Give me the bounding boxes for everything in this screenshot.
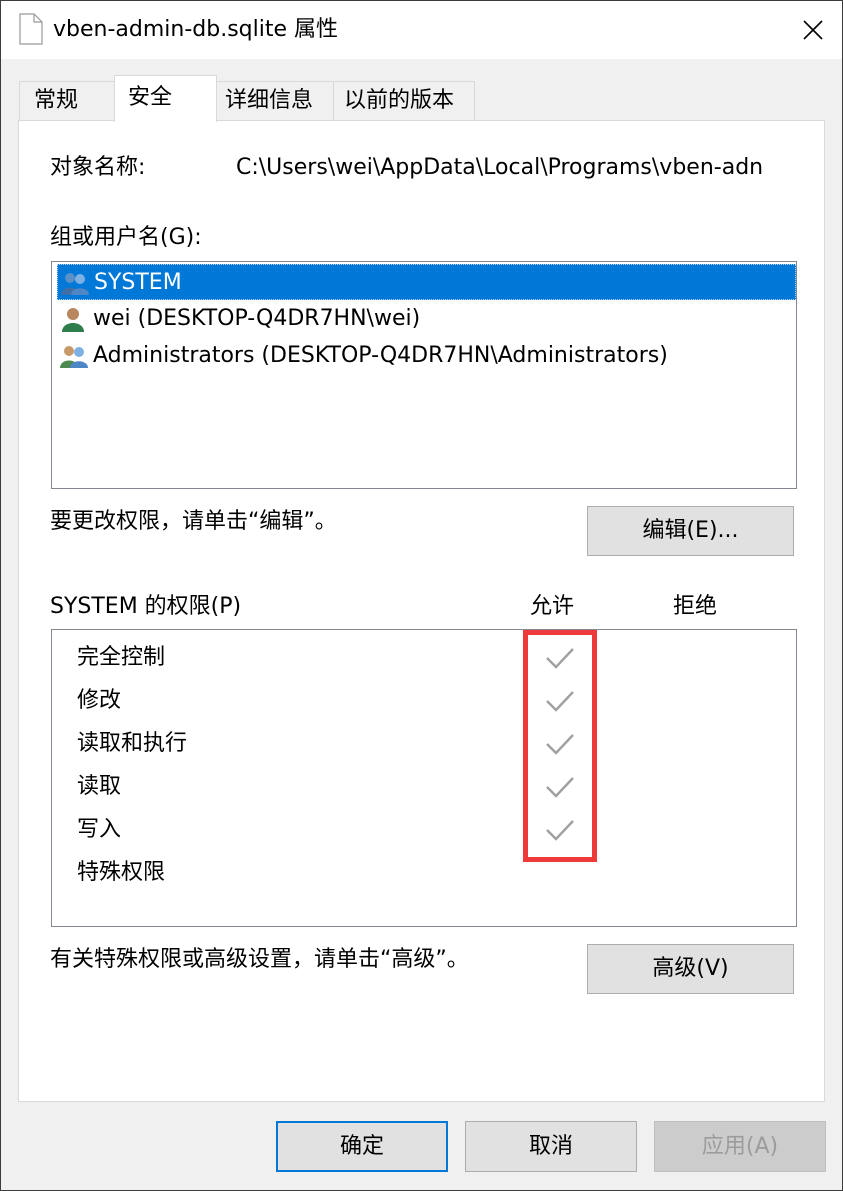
permissions-list: 完全控制 修改 读取和执行 读取 写入 特殊权限 [51, 629, 797, 927]
tab-previous-versions[interactable]: 以前的版本 [333, 81, 475, 121]
ok-button[interactable]: 确定 [276, 1121, 448, 1172]
list-item-system[interactable]: SYSTEM [57, 264, 796, 300]
edit-button[interactable]: 编辑(E)... [587, 506, 794, 556]
title-bar: vben-admin-db.sqlite 属性 [1, 1, 842, 59]
file-icon [19, 13, 43, 45]
permission-write: 写入 [77, 817, 122, 842]
properties-dialog: vben-admin-db.sqlite 属性 常规 安全 详细信息 以前的版本… [0, 0, 843, 1191]
group-users-icon [61, 273, 89, 295]
list-item-wei[interactable]: wei (DESKTOP-Q4DR7HN\wei) [57, 301, 796, 337]
change-hint: 要更改权限，请单击“编辑”。 [50, 509, 337, 534]
close-icon [803, 20, 823, 40]
permissions-label: SYSTEM 的权限(P) [50, 594, 242, 619]
permission-read-execute: 读取和执行 [77, 731, 188, 756]
permission-full-control: 完全控制 [77, 645, 166, 670]
object-name-value: C:\Users\wei\AppData\Local\Programs\vben… [236, 155, 764, 180]
apply-button[interactable]: 应用(A) [654, 1121, 826, 1172]
allow-check-icon [546, 777, 574, 798]
allow-check-icon [546, 734, 574, 755]
permission-read: 读取 [77, 774, 122, 799]
tab-details[interactable]: 详细信息 [216, 81, 334, 121]
advanced-hint: 有关特殊权限或高级设置，请单击“高级”。 [50, 947, 469, 972]
allow-check-icon [546, 820, 574, 841]
tab-general[interactable]: 常规 [19, 81, 115, 121]
user-icon [62, 308, 84, 332]
advanced-button[interactable]: 高级(V) [587, 944, 794, 994]
user-list[interactable]: SYSTEM wei (DESKTOP-Q4DR7HN\wei) Adminis… [51, 261, 797, 489]
user-name: SYSTEM [94, 270, 182, 295]
window-title: vben-admin-db.sqlite 属性 [53, 17, 339, 42]
close-button[interactable] [784, 1, 842, 59]
cancel-button[interactable]: 取消 [465, 1121, 637, 1172]
permission-modify: 修改 [77, 688, 122, 713]
allow-check-icon [546, 691, 574, 712]
object-name-label: 对象名称: [50, 155, 146, 180]
security-panel: 对象名称: C:\Users\wei\AppData\Local\Program… [18, 120, 825, 1102]
permission-special: 特殊权限 [77, 860, 166, 885]
deny-header: 拒绝 [673, 594, 718, 619]
allow-check-icon [546, 648, 574, 669]
user-name: Administrators (DESKTOP-Q4DR7HN\Administ… [93, 343, 668, 368]
allow-header: 允许 [530, 594, 575, 619]
user-name: wei (DESKTOP-Q4DR7HN\wei) [93, 306, 421, 331]
admin-group-icon [60, 346, 88, 368]
tab-security[interactable]: 安全 [114, 75, 217, 122]
list-item-administrators[interactable]: Administrators (DESKTOP-Q4DR7HN\Administ… [57, 338, 796, 374]
groups-label: 组或用户名(G): [50, 225, 202, 250]
